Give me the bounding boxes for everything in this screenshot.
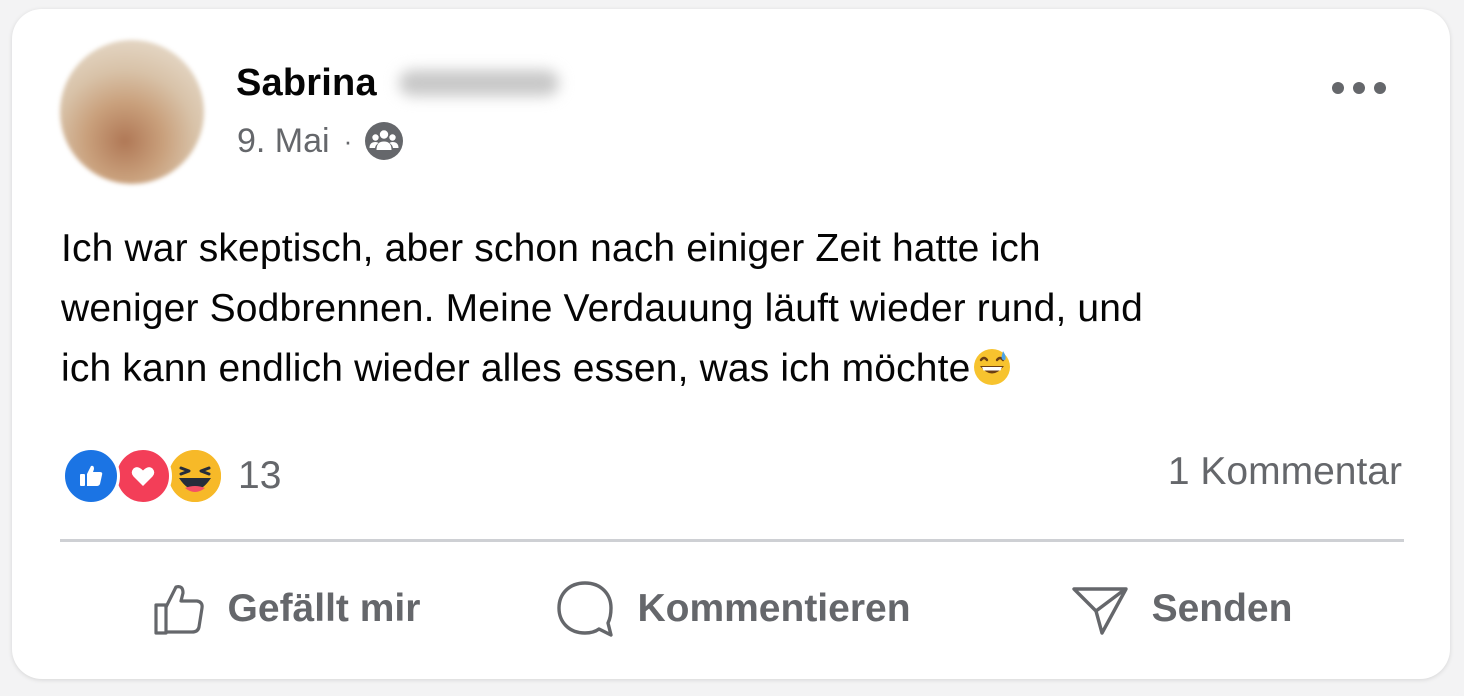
more-dot-icon (1374, 82, 1386, 94)
meta-separator: · (343, 125, 353, 156)
post-text-line: ich kann endlich wieder alles essen, was… (61, 339, 1391, 399)
post-text-line: weniger Sodbrennen. Meine Verdauung läuf… (61, 287, 1143, 330)
thumbs-up-icon (153, 585, 204, 635)
more-options-button[interactable] (1332, 71, 1386, 105)
send-button-label: Senden (1151, 587, 1293, 630)
post-meta: 9. Mai · (237, 121, 404, 161)
friends-icon[interactable] (364, 121, 404, 161)
reaction-count: 13 (238, 454, 282, 497)
grinning-sweat-emoji-icon (972, 345, 1012, 385)
haha-reaction-icon (166, 447, 224, 505)
author-surname-blurred (398, 70, 559, 96)
speech-bubble-icon (557, 581, 614, 637)
love-reaction-icon (114, 447, 172, 505)
post-card: Sabrina 9. Mai · Ich war skeptisch, aber… (12, 9, 1450, 679)
reactions-summary[interactable]: 13 (62, 446, 281, 506)
avatar[interactable] (60, 40, 204, 184)
send-button[interactable]: Senden (956, 559, 1404, 659)
post-text-line: Ich war skeptisch, aber schon nach einig… (61, 227, 1041, 270)
author-name[interactable]: Sabrina (236, 62, 377, 105)
send-icon (1071, 587, 1128, 635)
more-dot-icon (1332, 82, 1344, 94)
like-reaction-icon (62, 447, 120, 505)
post-date[interactable]: 9. Mai (237, 122, 330, 161)
comment-button[interactable]: Kommentieren (508, 559, 956, 659)
comment-button-label: Kommentieren (637, 587, 911, 630)
like-button[interactable]: Gefällt mir (60, 559, 508, 659)
action-bar: Gefällt mir Kommentieren Senden (60, 559, 1404, 659)
post-text: Ich war skeptisch, aber schon nach einig… (61, 219, 1391, 399)
comments-count-link[interactable]: 1 Kommentar (1168, 450, 1402, 494)
like-button-label: Gefällt mir (227, 587, 421, 630)
more-dot-icon (1353, 82, 1365, 94)
post-text-line-content: ich kann endlich wieder alles essen, was… (61, 347, 971, 390)
divider (60, 539, 1404, 542)
author-row: Sabrina (236, 61, 559, 105)
